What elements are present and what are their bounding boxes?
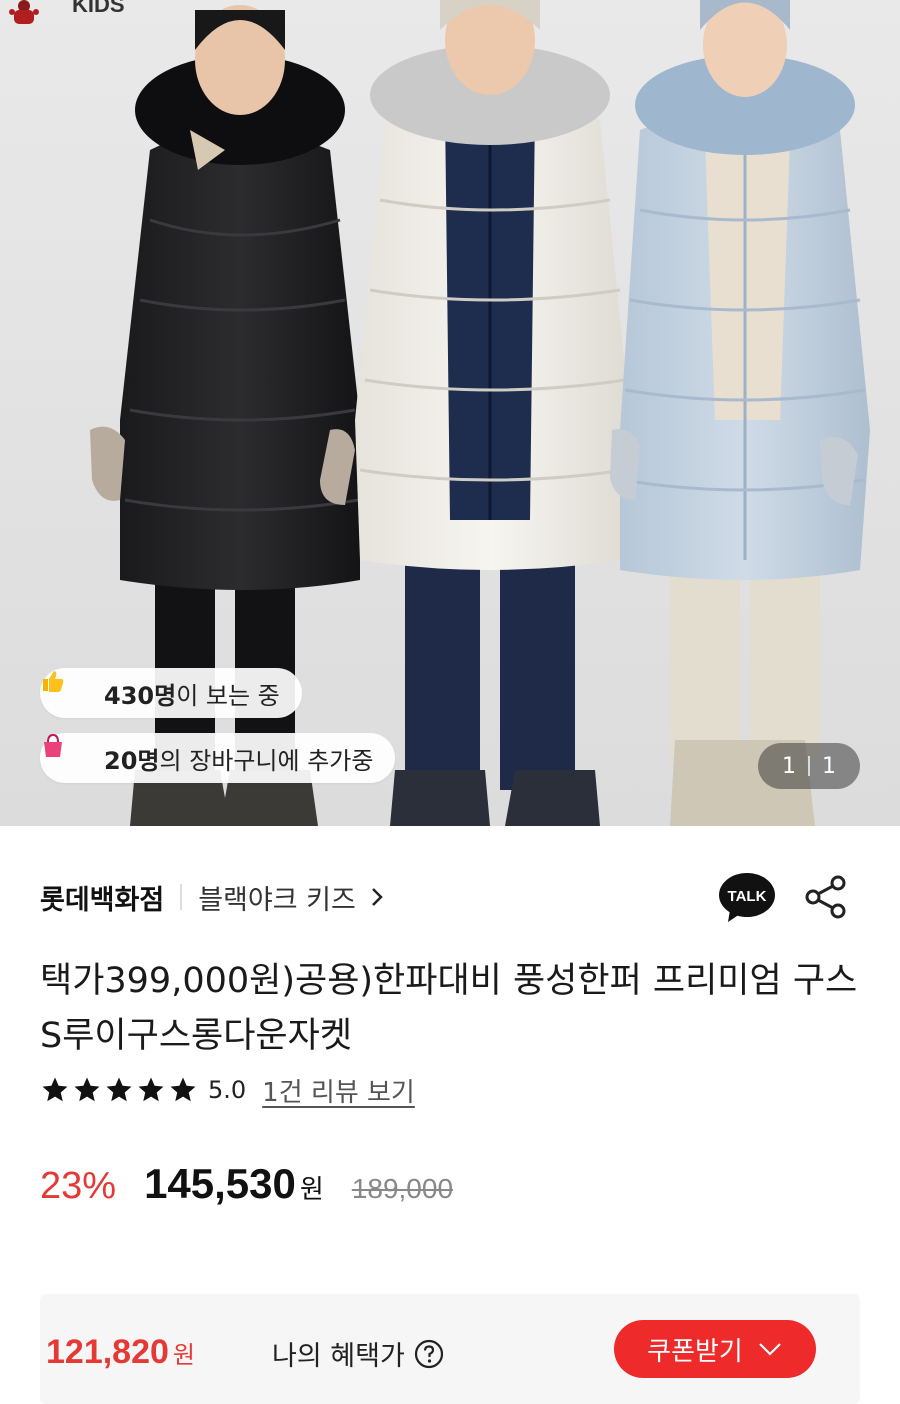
benefit-label-group: 나의 혜택가	[272, 1334, 445, 1373]
rating-row: 5.0 1건 리뷰 보기	[40, 1070, 415, 1110]
star-icon	[138, 1077, 164, 1102]
rating-value: 5.0	[208, 1076, 247, 1104]
brand-logo-icon	[9, 0, 39, 24]
viewers-badge: 430명 이 보는 중	[40, 668, 302, 718]
store-name[interactable]: 롯데백화점	[40, 878, 164, 917]
thumbs-up-icon	[43, 671, 94, 708]
price-row: 23% 145,530 원 189,000	[40, 1160, 453, 1216]
image-counter: 1 1	[758, 743, 860, 789]
benefit-price-value: 121,820	[46, 1333, 169, 1371]
sale-price: 145,530	[144, 1160, 296, 1207]
star-icon	[42, 1077, 68, 1102]
sale-price-currency: 원	[299, 1175, 324, 1205]
benefit-price-currency: 원	[172, 1341, 195, 1369]
help-icon[interactable]	[413, 1338, 445, 1370]
star-icon	[170, 1077, 196, 1102]
cart-badge: 20명 의 장바구니에 추가중	[40, 733, 396, 783]
original-price: 189,000	[351, 1173, 454, 1204]
cart-count: 20명	[104, 746, 160, 775]
coupon-download-button[interactable]: 쿠폰받기	[614, 1320, 816, 1378]
discount-rate: 23%	[40, 1165, 117, 1207]
brand-kids-text: KIDS	[72, 0, 125, 17]
benefit-label: 나의 혜택가	[272, 1341, 405, 1372]
star-icon	[106, 1077, 132, 1102]
coupon-button-label: 쿠폰받기	[647, 1336, 743, 1367]
cart-label: 의 장바구니에 추가중	[159, 746, 374, 775]
viewers-label: 이 보는 중	[176, 681, 280, 710]
benefit-price: 121,820 원	[46, 1333, 195, 1372]
image-counter-total: 1	[822, 753, 836, 779]
shopping-bag-icon	[44, 733, 94, 773]
chevron-down-icon	[759, 1343, 781, 1356]
chevron-right-icon	[371, 888, 383, 906]
review-link[interactable]: 1건 리뷰 보기	[262, 1072, 415, 1109]
share-icon[interactable]	[804, 874, 848, 920]
product-title: 택가399,000원)공용)한파대비 풍성한퍼 프리미엄 구스 S루이구스롱다운…	[40, 961, 858, 1056]
star-icon	[74, 1077, 100, 1102]
image-counter-divider	[808, 756, 810, 776]
seller-divider	[180, 884, 183, 910]
product-image[interactable]: KIDS 430명 이 보는 중 20명 의 장바구니에 추가중 1 1	[0, 0, 900, 826]
brand-name: 블랙야크 키즈	[198, 884, 356, 916]
talk-label: TALK	[728, 888, 767, 905]
brand-link[interactable]: 블랙야크 키즈	[198, 878, 384, 917]
image-counter-current: 1	[782, 753, 796, 779]
rating-stars	[40, 1075, 198, 1105]
viewers-count: 430명	[104, 681, 177, 710]
kakao-talk-icon[interactable]: TALK	[718, 872, 776, 924]
